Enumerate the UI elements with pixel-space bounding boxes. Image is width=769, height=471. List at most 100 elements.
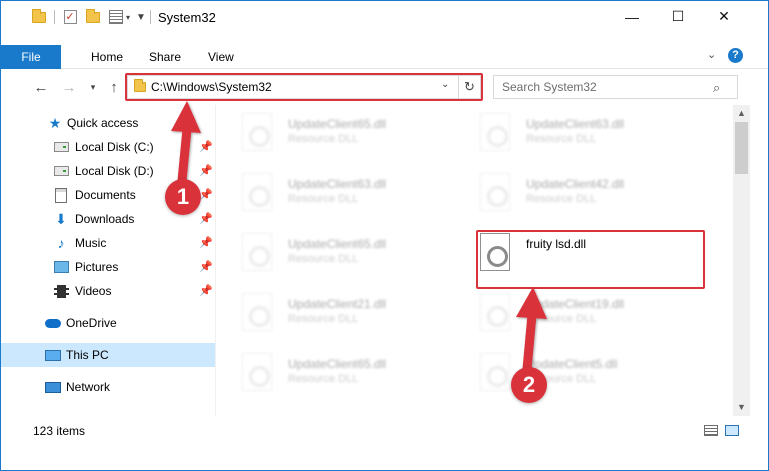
file-item[interactable]: UpdateClient21.dll Resource DLL — [242, 291, 472, 341]
close-button[interactable]: ✕ — [701, 1, 747, 32]
dll-file-icon — [242, 353, 272, 391]
scroll-up-arrow-icon[interactable]: ▲ — [733, 105, 750, 122]
file-name: UpdateClient19.dll — [526, 297, 625, 311]
star-icon: ★ — [48, 114, 62, 131]
drive-icon — [53, 139, 69, 155]
pin-icon[interactable]: 📌 — [199, 164, 213, 177]
file-name: UpdateClient21.dll — [288, 297, 387, 311]
dll-file-icon — [480, 173, 510, 211]
address-bar-highlight — [125, 73, 483, 101]
pin-icon[interactable]: 📌 — [199, 260, 213, 273]
help-icon[interactable]: ? — [728, 48, 743, 63]
file-type: Resource DLL — [526, 133, 597, 145]
file-item[interactable]: UpdateClient42.dll Resource DLL — [480, 171, 710, 221]
search-icon[interactable]: ⌕ — [713, 80, 720, 96]
sidebar-item-music[interactable]: ♪ Music 📌 — [1, 231, 215, 255]
sidebar-item-label: Documents — [75, 188, 136, 202]
pin-icon[interactable]: 📌 — [199, 284, 213, 297]
downloads-icon: ⬇ — [55, 210, 67, 227]
sidebar-item-label: Network — [66, 380, 111, 394]
file-name: UpdateClient63.dll — [526, 117, 625, 131]
file-item[interactable]: UpdateClient19.dll Resource DLL — [480, 291, 710, 341]
pin-icon[interactable]: 📌 — [199, 188, 213, 201]
tab-file[interactable]: File — [1, 45, 61, 69]
customize-dropdown-icon[interactable]: ▾ — [124, 9, 132, 25]
title-divider — [150, 10, 151, 24]
file-explorer-window: ✓ ▾ ▼ System32 — ☐ ✕ File Home Share Vie… — [0, 0, 769, 471]
step-badge-2: 2 — [511, 367, 547, 403]
tab-view[interactable]: View — [208, 45, 234, 69]
large-icons-view-icon[interactable] — [725, 425, 739, 436]
tab-home[interactable]: Home — [91, 45, 123, 69]
file-item[interactable]: UpdateClient65.dll Resource DLL — [242, 351, 472, 401]
file-name: UpdateClient5.dll — [526, 357, 618, 371]
sidebar-item-this-pc[interactable]: This PC — [1, 343, 215, 367]
file-item[interactable]: UpdateClient65.dll Resource DLL — [242, 111, 472, 161]
music-icon: ♪ — [57, 235, 65, 251]
sidebar-item-onedrive[interactable]: OneDrive — [1, 311, 215, 335]
vertical-scrollbar[interactable]: ▲ ▼ — [733, 105, 750, 416]
new-folder-icon[interactable] — [85, 8, 101, 25]
window-title: System32 — [158, 10, 216, 25]
file-type: Resource DLL — [288, 373, 359, 385]
recent-locations-chevron-icon[interactable]: ▾ — [83, 76, 103, 98]
up-arrow-icon[interactable]: ↑ — [104, 76, 124, 98]
quick-access-toolbar-menu-icon[interactable]: ▼ — [135, 9, 147, 25]
back-arrow-icon[interactable]: ← — [31, 76, 51, 98]
dll-file-icon — [242, 293, 272, 331]
file-item[interactable]: UpdateClient63.dll Resource DLL — [480, 111, 710, 161]
sidebar-item-videos[interactable]: Videos 📌 — [1, 279, 215, 303]
ribbon-tabs: File Home Share View ⌄ ? — [1, 33, 768, 69]
sidebar-item-quick-access[interactable]: ★ Quick access — [1, 111, 215, 135]
file-type: Resource DLL — [288, 133, 359, 145]
scroll-down-arrow-icon[interactable]: ▼ — [733, 399, 750, 416]
item-count: 123 items — [33, 424, 86, 438]
title-bar: ✓ ▾ ▼ System32 — ☐ ✕ — [1, 1, 768, 33]
maximize-button[interactable]: ☐ — [655, 1, 701, 32]
file-type: Resource DLL — [526, 193, 597, 205]
file-type: Resource DLL — [288, 313, 359, 325]
target-file-highlight — [476, 230, 705, 289]
sidebar-item-label: Quick access — [67, 116, 139, 130]
search-input[interactable]: Search System32 — [502, 80, 597, 94]
details-view-icon[interactable] — [704, 425, 718, 436]
properties-check-icon[interactable]: ✓ — [62, 9, 78, 25]
pin-icon[interactable]: 📌 — [199, 140, 213, 153]
this-pc-icon — [45, 347, 61, 363]
sidebar-item-local-disk-c[interactable]: Local Disk (C:) 📌 — [1, 135, 215, 159]
search-box[interactable]: Search System32 ⌕ — [493, 75, 738, 99]
sidebar-item-label: Music — [75, 236, 107, 250]
tab-share[interactable]: Share — [149, 45, 181, 69]
navigation-pane: ★ Quick access Local Disk (C:) 📌 Local D… — [1, 105, 215, 416]
file-list: UpdateClient65.dll Resource DLL UpdateCl… — [216, 105, 733, 416]
file-name: UpdateClient63.dll — [288, 177, 387, 191]
dll-file-icon — [480, 293, 510, 331]
folder-icon — [31, 8, 47, 25]
expand-ribbon-chevron-icon[interactable]: ⌄ — [707, 48, 716, 61]
sidebar-item-label: This PC — [66, 348, 109, 362]
sidebar-item-label: Videos — [75, 284, 112, 298]
status-bar: 123 items — [1, 416, 768, 442]
sidebar-item-label: Local Disk (D:) — [75, 164, 154, 178]
scroll-thumb[interactable] — [735, 122, 748, 174]
navigation-bar: ← → ▾ ↑ C:\Windows\System32 ⌄ ↻ Search S… — [1, 70, 768, 104]
drive-icon — [53, 163, 69, 179]
minimize-button[interactable]: — — [609, 1, 655, 32]
sidebar-item-pictures[interactable]: Pictures 📌 — [1, 255, 215, 279]
window-bottom-edge — [1, 442, 768, 470]
file-item[interactable]: UpdateClient63.dll Resource DLL — [242, 171, 472, 221]
forward-arrow-icon[interactable]: → — [59, 76, 79, 98]
dll-file-icon — [242, 233, 272, 271]
sidebar-item-label: Pictures — [75, 260, 119, 274]
pin-icon[interactable]: 📌 — [199, 236, 213, 249]
pin-icon[interactable]: 📌 — [199, 212, 213, 225]
file-item[interactable]: UpdateClient65.dll Resource DLL — [242, 231, 472, 281]
file-type: Resource DLL — [288, 253, 359, 265]
dll-file-icon — [480, 113, 510, 151]
step-badge-1: 1 — [165, 179, 201, 215]
file-name: UpdateClient65.dll — [288, 237, 387, 251]
sidebar-item-network[interactable]: Network — [1, 375, 215, 399]
file-type: Resource DLL — [526, 313, 597, 325]
sidebar-item-label: Downloads — [75, 212, 135, 226]
properties-icon[interactable] — [108, 9, 124, 25]
